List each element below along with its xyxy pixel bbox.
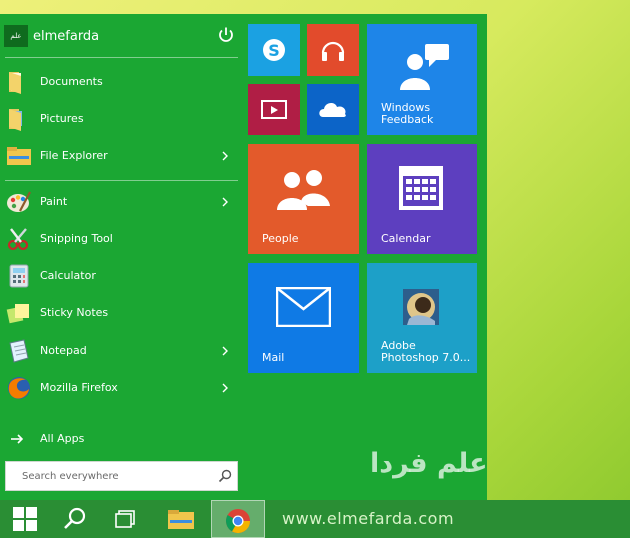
search-box[interactable] (5, 461, 238, 491)
tile-label: Mail (262, 351, 285, 364)
tile-music[interactable] (307, 24, 359, 76)
menu-item-label: Notepad (40, 344, 87, 357)
menu-item-label: Snipping Tool (40, 232, 113, 245)
search-icon (64, 507, 86, 529)
menu-item-label: Paint (40, 195, 68, 208)
calculator-icon (9, 264, 29, 288)
onedrive-icon (319, 103, 346, 117)
separator (5, 57, 238, 58)
chevron-right-icon[interactable] (220, 346, 230, 356)
taskbar-chrome-button[interactable] (211, 500, 265, 538)
file-explorer-icon (7, 147, 31, 165)
tile-label: People (262, 232, 299, 245)
menu-item-label: Sticky Notes (40, 306, 109, 319)
arrow-right-icon (11, 434, 24, 444)
menu-item-label: Mozilla Firefox (40, 381, 118, 394)
tile-mail[interactable]: Mail (248, 263, 359, 373)
user-avatar: علم فردا (4, 25, 28, 47)
menu-item-sticky-notes[interactable]: Sticky Notes (0, 295, 240, 331)
paint-icon (7, 191, 31, 212)
chevron-right-icon[interactable] (220, 151, 230, 161)
start-menu: علم فردا elmefarda Documents Pictures (0, 14, 487, 500)
taskbar-search-button[interactable] (50, 500, 100, 538)
watermark: علم فردا (370, 448, 488, 479)
menu-item-label: File Explorer (40, 149, 108, 162)
menu-item-notepad[interactable]: Notepad (0, 333, 240, 369)
menu-item-file-explorer[interactable]: File Explorer (0, 138, 240, 174)
pictures-folder-icon (9, 109, 22, 131)
start-button[interactable] (0, 500, 50, 538)
chrome-icon (225, 509, 250, 534)
tile-calendar[interactable]: Calendar (367, 144, 477, 254)
start-windows-icon (13, 507, 37, 531)
tile-adobe-photoshop[interactable]: Adobe Photoshop 7.0... (367, 263, 477, 373)
tile-label: Windows Feedback (381, 101, 434, 126)
all-apps-label: All Apps (40, 432, 85, 445)
mail-icon (276, 287, 331, 327)
tile-video[interactable] (248, 84, 300, 135)
user-name: elmefarda (33, 28, 100, 44)
search-input[interactable] (6, 462, 211, 490)
all-apps-button[interactable]: All Apps (0, 428, 240, 450)
people-icon (277, 170, 330, 210)
menu-item-snipping-tool[interactable]: Snipping Tool (0, 221, 240, 257)
task-view-icon (115, 510, 135, 528)
notepad-icon (9, 339, 29, 363)
video-icon (261, 100, 287, 119)
snipping-tool-icon (7, 228, 29, 251)
menu-item-calculator[interactable]: Calculator (0, 258, 240, 294)
task-view-button[interactable] (100, 500, 150, 538)
menu-item-label: Pictures (40, 112, 84, 125)
menu-item-firefox[interactable]: Mozilla Firefox (0, 370, 240, 406)
tile-windows-feedback[interactable]: Windows Feedback (367, 24, 477, 135)
menu-item-label: Calculator (40, 269, 96, 282)
menu-item-paint[interactable]: Paint (0, 184, 240, 220)
calendar-icon (399, 166, 443, 210)
file-explorer-icon (168, 510, 194, 529)
menu-item-documents[interactable]: Documents (0, 64, 240, 100)
photoshop-icon (403, 289, 439, 325)
feedback-icon (400, 44, 449, 90)
website-url-watermark: www.elmefarda.com (282, 509, 455, 528)
music-headphones-icon (321, 41, 345, 61)
tile-onedrive[interactable] (307, 84, 359, 135)
tile-label: Calendar (381, 232, 431, 245)
sticky-notes-icon (6, 304, 29, 324)
power-icon[interactable] (217, 26, 235, 44)
skype-icon: S (263, 39, 285, 61)
svg-text:S: S (268, 41, 280, 60)
chevron-right-icon[interactable] (220, 197, 230, 207)
documents-folder-icon (9, 72, 21, 94)
start-menu-left-pane: علم فردا elmefarda Documents Pictures (0, 14, 240, 500)
taskbar-file-explorer-button[interactable] (155, 500, 205, 538)
taskbar: www.elmefarda.com (0, 500, 630, 538)
menu-item-pictures[interactable]: Pictures (0, 101, 240, 137)
tile-people[interactable]: People (248, 144, 359, 254)
search-icon[interactable] (218, 469, 232, 483)
tile-label: Adobe Photoshop 7.0... (381, 339, 471, 364)
tile-skype[interactable]: S (248, 24, 300, 76)
chevron-right-icon[interactable] (220, 383, 230, 393)
menu-item-label: Documents (40, 75, 103, 88)
firefox-icon (8, 377, 30, 399)
separator (5, 180, 238, 181)
user-account[interactable]: علم فردا elmefarda (4, 23, 99, 49)
